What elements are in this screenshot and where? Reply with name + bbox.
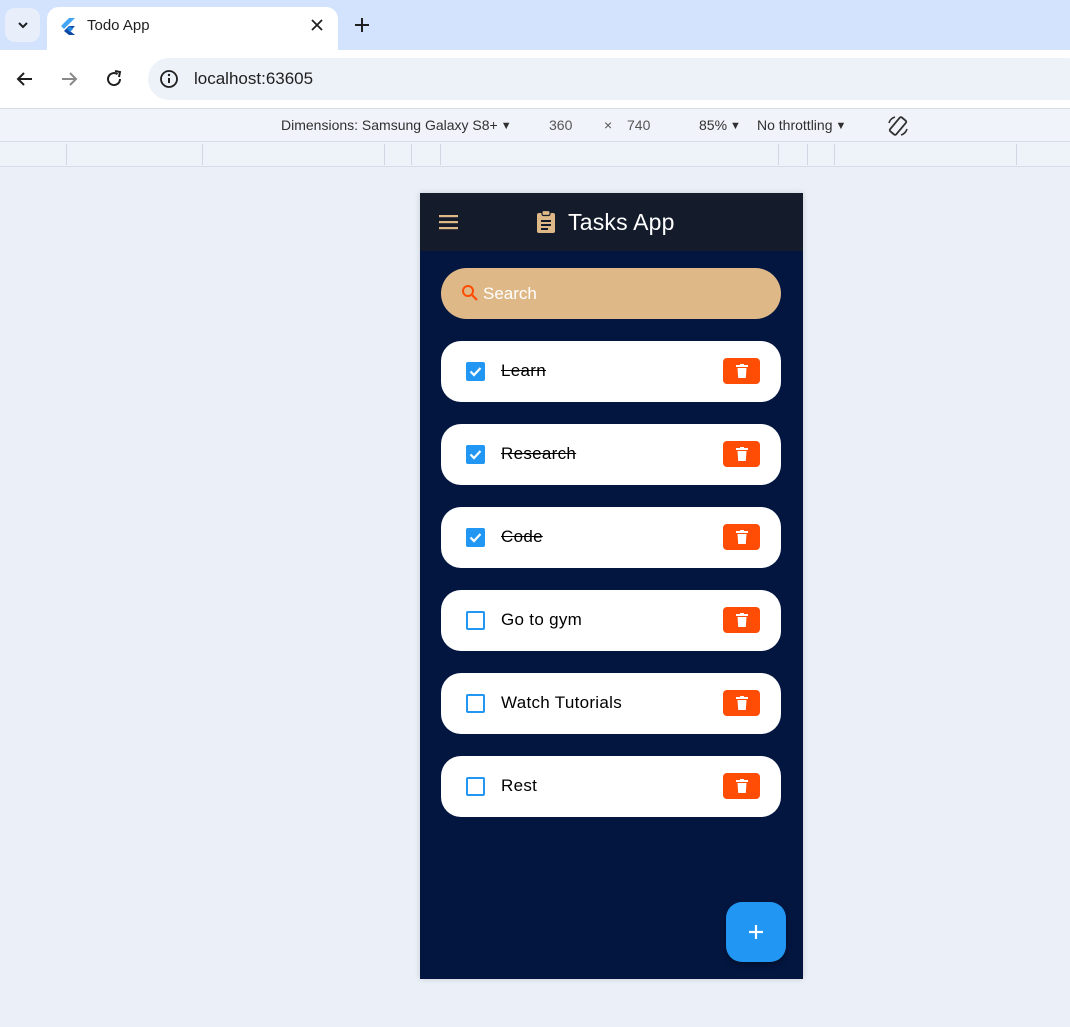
height-input[interactable]: 740 xyxy=(627,117,650,133)
dimension-separator: × xyxy=(604,117,613,133)
task-label: Go to gym xyxy=(501,610,583,629)
arrow-right-icon xyxy=(62,72,78,86)
delete-task-button[interactable] xyxy=(723,773,760,799)
tab-close-button[interactable] xyxy=(308,16,326,34)
ruler-tick xyxy=(834,144,835,165)
menu-icon[interactable] xyxy=(438,213,460,231)
dimensions-label: Dimensions: Samsung Galaxy S8+ xyxy=(281,117,498,133)
delete-task-button[interactable] xyxy=(723,524,760,550)
task-label: Research xyxy=(501,444,577,463)
task-checkbox[interactable] xyxy=(466,694,485,713)
task-item[interactable]: Rest xyxy=(441,756,781,817)
delete-task-button[interactable] xyxy=(723,441,760,467)
search-bar[interactable] xyxy=(441,268,781,319)
arrow-left-icon xyxy=(16,72,32,86)
reload-icon xyxy=(107,70,122,87)
app-screen: Tasks App Learn Research Code Go to gym Watc… xyxy=(420,193,803,979)
task-list: Learn Research Code Go to gym Watch Tutorial… xyxy=(441,341,781,839)
trash-icon xyxy=(735,364,748,378)
trash-icon xyxy=(735,613,748,627)
zoom-select[interactable]: 85% ▼ xyxy=(699,117,741,133)
throttling-label: No throttling xyxy=(757,117,833,133)
media-query-bar xyxy=(0,142,1070,167)
task-item[interactable]: Go to gym xyxy=(441,590,781,651)
tab-strip: Todo App xyxy=(0,0,1070,50)
flutter-icon xyxy=(61,18,75,35)
check-icon xyxy=(469,367,482,377)
chevron-down-icon xyxy=(17,22,28,29)
task-item[interactable]: Watch Tutorials xyxy=(441,673,781,734)
new-tab-button[interactable] xyxy=(350,13,374,37)
delete-task-button[interactable] xyxy=(723,690,760,716)
task-label: Learn xyxy=(501,361,546,380)
app-title-group: Tasks App xyxy=(535,207,675,237)
task-checkbox[interactable] xyxy=(466,362,485,381)
ruler-tick xyxy=(411,144,412,165)
add-task-button[interactable] xyxy=(726,902,786,962)
trash-icon xyxy=(735,696,748,710)
ruler-tick xyxy=(66,144,67,165)
back-button[interactable] xyxy=(12,66,38,92)
dimensions-select[interactable]: Dimensions: Samsung Galaxy S8+ ▼ xyxy=(281,117,512,133)
task-label: Rest xyxy=(501,776,538,795)
reload-button[interactable] xyxy=(101,66,127,92)
close-icon xyxy=(311,19,323,31)
check-icon xyxy=(469,450,482,460)
browser-toolbar: localhost:63605 xyxy=(0,50,1070,108)
task-item[interactable]: Research xyxy=(441,424,781,485)
ruler-tick xyxy=(384,144,385,165)
trash-icon xyxy=(735,779,748,793)
url-text[interactable]: localhost:63605 xyxy=(194,69,313,89)
width-input[interactable]: 360 xyxy=(549,117,572,133)
task-checkbox[interactable] xyxy=(466,528,485,547)
plus-icon xyxy=(749,925,763,939)
task-label: Code xyxy=(501,527,543,546)
ruler-tick xyxy=(202,144,203,165)
app-bar: Tasks App xyxy=(420,193,803,251)
ruler-tick xyxy=(440,144,441,165)
ruler-tick xyxy=(807,144,808,165)
info-icon[interactable] xyxy=(158,68,180,90)
throttling-select[interactable]: No throttling ▼ xyxy=(757,117,846,133)
caret-down-icon: ▼ xyxy=(835,120,847,132)
rotate-icon[interactable] xyxy=(886,114,910,138)
caret-down-icon: ▼ xyxy=(500,120,512,132)
task-checkbox[interactable] xyxy=(466,445,485,464)
tab-search-button[interactable] xyxy=(5,8,40,42)
app-title: Tasks App xyxy=(568,208,675,235)
forward-button[interactable] xyxy=(56,66,82,92)
caret-down-icon: ▼ xyxy=(730,120,741,132)
tab-title: Todo App xyxy=(87,17,150,34)
search-input[interactable] xyxy=(483,281,763,306)
task-label: Watch Tutorials xyxy=(501,693,623,712)
trash-icon xyxy=(735,447,748,461)
device-toolbar: Dimensions: Samsung Galaxy S8+ ▼ 360 × 74… xyxy=(0,108,1070,142)
check-icon xyxy=(469,533,482,543)
task-item[interactable]: Learn xyxy=(441,341,781,402)
search-icon xyxy=(462,285,478,301)
ruler-tick xyxy=(778,144,779,165)
zoom-label: 85% xyxy=(699,117,728,133)
address-bar[interactable]: localhost:63605 xyxy=(148,58,1070,100)
delete-task-button[interactable] xyxy=(723,358,760,384)
trash-icon xyxy=(735,530,748,544)
ruler-tick xyxy=(1016,144,1017,165)
delete-task-button[interactable] xyxy=(723,607,760,633)
task-checkbox[interactable] xyxy=(466,777,485,796)
plus-icon xyxy=(355,18,369,32)
clipboard-icon xyxy=(537,210,555,233)
browser-tab[interactable]: Todo App xyxy=(47,7,338,50)
task-checkbox[interactable] xyxy=(466,611,485,630)
task-item[interactable]: Code xyxy=(441,507,781,568)
